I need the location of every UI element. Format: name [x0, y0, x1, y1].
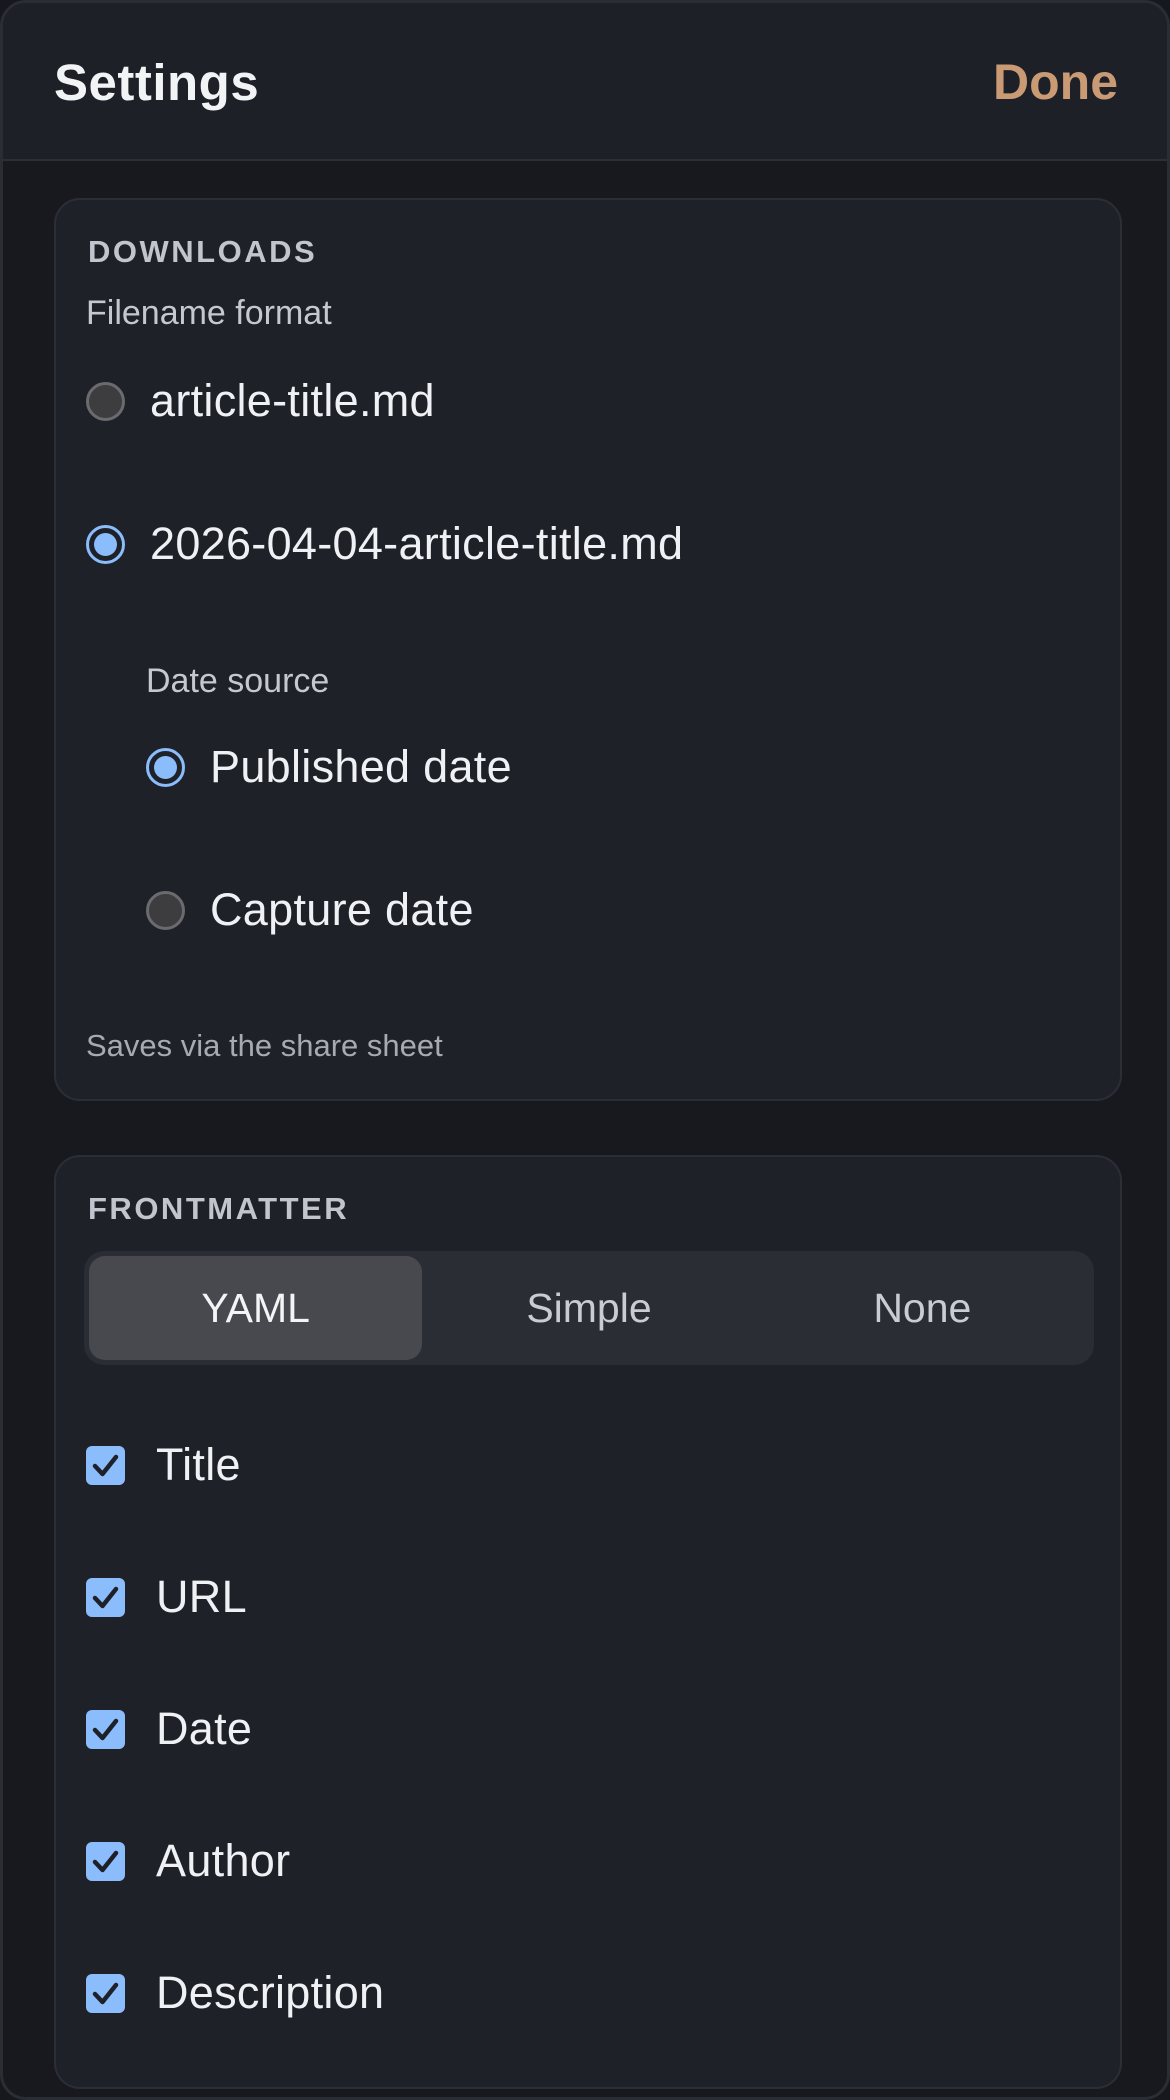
checkbox-checked-icon[interactable] [86, 1577, 125, 1617]
frontmatter-section-title: FRONTMATTER [88, 1191, 350, 1226]
field-author-row[interactable]: Author [86, 1835, 290, 1887]
tab-yaml[interactable]: YAML [89, 1256, 423, 1360]
field-label: Date [156, 1703, 253, 1754]
checkbox-checked-icon[interactable] [86, 1973, 125, 2013]
filename-option-label: 2026-04-04-article-title.md [150, 518, 684, 569]
filename-option-article-title[interactable]: article-title.md [86, 375, 435, 427]
radio-selected-icon[interactable] [146, 747, 185, 787]
checkbox-checked-icon[interactable] [86, 1445, 125, 1485]
frontmatter-format-segmented-control: YAML Simple None [84, 1251, 1094, 1365]
settings-sheet: Settings Done DOWNLOADS Filename format … [0, 0, 1170, 2100]
radio-selected-icon[interactable] [86, 524, 125, 564]
frontmatter-card: FRONTMATTER YAML Simple None Title URL D… [54, 1155, 1122, 2089]
field-label: Author [156, 1835, 291, 1886]
tab-none[interactable]: None [756, 1256, 1089, 1360]
tab-simple[interactable]: Simple [422, 1256, 755, 1360]
date-source-label: Date source [146, 662, 330, 700]
done-button[interactable]: Done [993, 53, 1118, 111]
radio-unselected-icon[interactable] [86, 381, 125, 421]
field-description-row[interactable]: Description [86, 1967, 384, 2019]
field-label: Title [156, 1439, 241, 1490]
filename-format-label: Filename format [86, 294, 332, 332]
settings-header: Settings Done [3, 3, 1167, 161]
radio-unselected-icon[interactable] [146, 890, 185, 930]
date-source-option-label: Published date [210, 741, 512, 792]
downloads-card: DOWNLOADS Filename format article-title.… [54, 198, 1122, 1101]
share-sheet-footnote: Saves via the share sheet [86, 1028, 443, 1063]
downloads-section-title: DOWNLOADS [88, 234, 318, 269]
field-date-row[interactable]: Date [86, 1703, 252, 1755]
filename-option-dated-title[interactable]: 2026-04-04-article-title.md [86, 518, 683, 570]
date-source-capture[interactable]: Capture date [146, 884, 474, 936]
checkbox-checked-icon[interactable] [86, 1841, 125, 1881]
filename-option-label: article-title.md [150, 375, 435, 426]
field-url-row[interactable]: URL [86, 1571, 247, 1623]
date-source-published[interactable]: Published date [146, 741, 512, 793]
date-source-option-label: Capture date [210, 884, 474, 935]
field-label: URL [156, 1571, 247, 1622]
page-title: Settings [54, 54, 260, 111]
checkbox-checked-icon[interactable] [86, 1709, 125, 1749]
field-title-row[interactable]: Title [86, 1439, 241, 1491]
field-label: Description [156, 1967, 385, 2018]
